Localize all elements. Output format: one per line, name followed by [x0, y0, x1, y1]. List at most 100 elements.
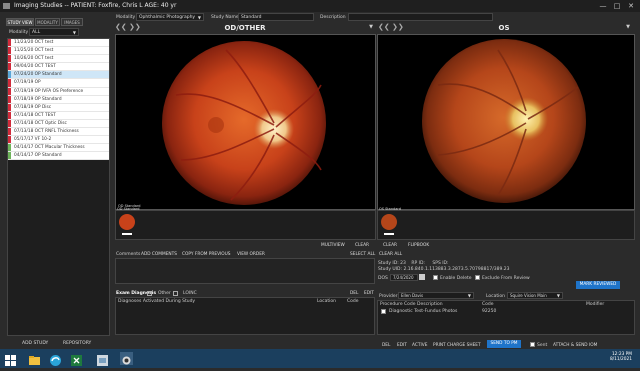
- comments-box[interactable]: [115, 258, 375, 284]
- loinc-option[interactable]: LOINC: [183, 291, 197, 296]
- windows-start-icon[interactable]: [4, 352, 17, 366]
- diagnosis-edit-button[interactable]: EDIT: [364, 291, 374, 296]
- study-list-item[interactable]: 09/04/20 OCT TEST: [8, 63, 109, 72]
- exclude-review-checkbox[interactable]: [475, 275, 480, 280]
- dos-label: DOS: [378, 276, 388, 281]
- calendar-icon[interactable]: [419, 274, 425, 280]
- diagnosis-del-button[interactable]: DEL: [350, 291, 358, 296]
- study-status-marker: [8, 95, 11, 103]
- sent-checkbox[interactable]: [530, 342, 535, 347]
- study-list-item-label: 07/14/18 OCT Optic Disc: [14, 120, 67, 126]
- send-to-pm-button[interactable]: SEND TO PM: [487, 340, 521, 348]
- active-button[interactable]: ACTIVE: [412, 343, 427, 348]
- mark-reviewed-button[interactable]: MARK REVIEWED: [576, 281, 620, 289]
- comments-label: Comments: [116, 252, 141, 257]
- prev-nav-icon[interactable]: ❮❮: [378, 23, 390, 31]
- view-order-button[interactable]: VIEW ORDER: [237, 252, 265, 257]
- prev-nav-icon[interactable]: ❮❮: [115, 23, 127, 31]
- procedure-modifier-header: Modifier: [586, 302, 605, 307]
- tab-modality[interactable]: MODALITY: [35, 18, 60, 26]
- study-list-item-label: 05/17/17 VF 10-2: [14, 137, 52, 143]
- study-list-item[interactable]: 04/14/17 OCT Macular Thickness: [8, 144, 109, 153]
- print-charge-sheet-button[interactable]: PRINT CHARGE SHEET: [433, 343, 481, 348]
- copy-previous-button[interactable]: COPY FROM PREVIOUS: [182, 252, 231, 257]
- study-list-item[interactable]: 07/19/19 OP IVFA OS Preference: [8, 87, 109, 96]
- study-list-item[interactable]: 05/17/17 VF 10-2: [8, 136, 109, 145]
- maximize-icon[interactable]: □: [610, 0, 624, 12]
- dos-field[interactable]: 7/24/2020: [390, 274, 418, 281]
- flipbook-button[interactable]: FLIPBOOK: [408, 243, 429, 248]
- study-status-marker: [8, 39, 11, 47]
- other-option[interactable]: Other: [158, 291, 171, 296]
- left-viewer-title: OD/OTHER: [224, 24, 266, 32]
- study-status-marker: [8, 103, 11, 111]
- study-list-item-label: 07/19/19 OP: [14, 80, 41, 86]
- del-button[interactable]: DEL: [382, 343, 390, 348]
- modality-label: Modality: [116, 15, 136, 20]
- excel-icon[interactable]: [70, 352, 83, 366]
- study-list-item[interactable]: 07/18/19 OP Standard: [8, 95, 109, 104]
- study-list-item[interactable]: 07/14/18 OCT TEST: [8, 111, 109, 120]
- study-list-item-label: 07/14/18 OCT TEST: [14, 112, 56, 118]
- provider-select[interactable]: Ellen Davis ▼: [398, 292, 474, 299]
- study-list-item[interactable]: 07/19/19 OP: [8, 79, 109, 88]
- study-list-item[interactable]: 07/18/19 OP Disc: [8, 103, 109, 112]
- diagnosis-location-header: Location: [317, 299, 337, 304]
- browser-icon[interactable]: [49, 352, 62, 366]
- file-explorer-icon[interactable]: [28, 352, 41, 365]
- study-list-item[interactable]: 10/26/20 OCT test: [8, 55, 109, 64]
- study-list-item[interactable]: 07/13/18 OCT RNFL Thickness: [8, 128, 109, 137]
- chevron-down-icon[interactable]: ▼: [626, 24, 630, 30]
- next-nav-icon[interactable]: ❯❯: [129, 23, 141, 31]
- select-all-button[interactable]: SELECT ALL: [350, 252, 375, 257]
- add-study-button[interactable]: ADD STUDY: [22, 341, 48, 346]
- clear-right-button[interactable]: CLEAR: [383, 243, 397, 248]
- thumbnail-od[interactable]: [119, 214, 135, 230]
- tab-images[interactable]: IMAGES: [61, 18, 83, 26]
- study-uid-line: Study UID: 2.16.840.1.113883.3.2873.5.70…: [378, 267, 509, 272]
- multiview-button[interactable]: MULTIVIEW: [321, 243, 345, 248]
- tab-study-view[interactable]: STUDY VIEW: [6, 18, 34, 26]
- clear-left-button[interactable]: CLEAR: [355, 243, 369, 248]
- minimize-icon[interactable]: —: [596, 0, 610, 12]
- filter-select[interactable]: ALL ▼: [29, 28, 79, 36]
- left-viewer-header: ❮❮ ❯❯ OD/OTHER ▼: [115, 23, 377, 33]
- study-list-item-label: 10/26/20 OCT test: [14, 56, 54, 62]
- modality-select[interactable]: Ophthalmic Photography ▼: [136, 13, 204, 21]
- clock[interactable]: 12:23 PM 8/11/2021: [596, 352, 632, 362]
- loinc-checkbox[interactable]: [173, 291, 178, 296]
- procedure-row-checkbox[interactable]: [381, 309, 386, 314]
- study-name-label: Study Name: [211, 15, 239, 20]
- chevron-down-icon: ▼: [197, 15, 201, 20]
- study-list-item[interactable]: 07/14/18 OCT Optic Disc: [8, 119, 109, 129]
- right-image-viewer[interactable]: [377, 34, 635, 210]
- app-icon: [3, 3, 10, 9]
- location-select[interactable]: Squire Vision Main ▼: [507, 292, 563, 299]
- study-list-item[interactable]: 11/23/20 OCT test: [8, 39, 109, 48]
- left-image-viewer[interactable]: OD Standard: [115, 34, 376, 210]
- rp-id-label: RP ID:: [411, 261, 425, 266]
- study-name-field[interactable]: Standard: [238, 13, 314, 21]
- attach-send-iom-button[interactable]: ATTACH & SEND IOM: [553, 343, 597, 348]
- imaging-app-icon[interactable]: [120, 352, 133, 365]
- study-status-marker: [8, 79, 11, 87]
- close-icon[interactable]: ✕: [624, 0, 638, 12]
- edit-button[interactable]: EDIT: [397, 343, 407, 348]
- next-nav-icon[interactable]: ❯❯: [392, 23, 404, 31]
- study-status-marker: [8, 128, 11, 136]
- study-status-marker: [8, 111, 11, 119]
- enable-delete-checkbox[interactable]: [433, 275, 438, 280]
- add-comments-button[interactable]: ADD COMMENTS: [141, 252, 177, 257]
- repository-button[interactable]: REPOSITORY: [63, 341, 91, 346]
- thumbnail-os[interactable]: [381, 214, 397, 230]
- study-list-item[interactable]: 04/14/17 OP Standard: [8, 152, 109, 161]
- study-list-item[interactable]: 07/24/20 OP Standard: [8, 71, 109, 80]
- study-list-item-label: 04/14/17 OCT Macular Thickness: [14, 145, 85, 151]
- diagnosis-radio[interactable]: [147, 291, 152, 296]
- study-id-line: Study ID: 23 RP ID: SPS ID:: [378, 261, 449, 266]
- description-field[interactable]: [348, 13, 493, 21]
- clear-all-button[interactable]: CLEAR ALL: [379, 252, 402, 257]
- app-icon-1[interactable]: [96, 352, 109, 366]
- study-list-item[interactable]: 11/25/20 OCT test: [8, 47, 109, 56]
- chevron-down-icon[interactable]: ▼: [369, 24, 373, 30]
